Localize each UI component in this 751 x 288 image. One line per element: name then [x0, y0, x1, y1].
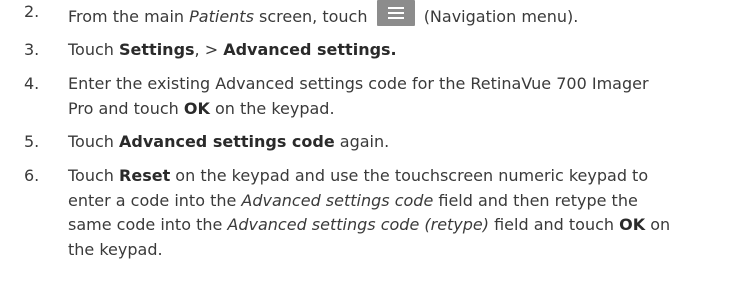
step-number: 5. [24, 132, 40, 151]
step-text: Enter the existing Advanced settings cod… [68, 74, 649, 118]
step-text: Touch Settings, > Advanced settings. [68, 40, 397, 59]
hamburger-menu-icon [376, 0, 415, 26]
instruction-list: 2. From the main Patients screen, touch … [0, 0, 751, 288]
step-text: Touch Reset on the keypad and use the to… [68, 166, 671, 259]
step-number: 6. [24, 166, 40, 185]
step-number: 3. [24, 40, 40, 59]
step-number: 2. [24, 2, 40, 21]
step-text: Touch Advanced settings code again. [68, 132, 390, 151]
step-text: From the main Patients screen, touch (Na… [68, 0, 738, 30]
step-number: 4. [24, 74, 40, 93]
